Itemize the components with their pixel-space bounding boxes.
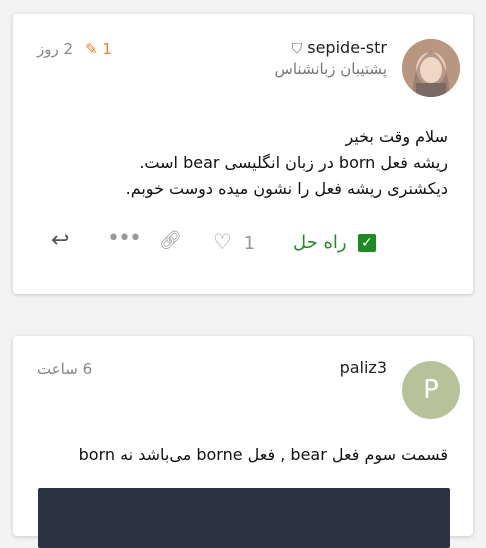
post-username[interactable]: paliz3 (340, 358, 387, 377)
solution-check-icon: ✓ (358, 234, 376, 252)
ellipsis-icon: ••• (107, 226, 142, 251)
heart-icon: ♡ (213, 230, 232, 254)
post-body-line: دیکشنری ریشه فعل را نشون میده دوست خوبم. (125, 179, 448, 198)
post-card: P paliz3 6 ساعت قسمت سوم فعل bear , فعل … (13, 336, 473, 548)
reply-icon: ↩ (51, 228, 70, 253)
shield-icon: ⛉ (291, 41, 303, 57)
post-body: قسمت سوم فعل bear , فعل borne می‌باشد نه… (78, 445, 448, 464)
post-date[interactable]: 2 روز (37, 40, 73, 58)
like-button[interactable]: ♡ 1 (213, 230, 255, 254)
user-avatar[interactable] (402, 39, 460, 97)
more-actions-button[interactable]: ••• (107, 226, 142, 251)
like-count: 1 (243, 233, 256, 254)
solution-label[interactable]: راه حل (293, 232, 347, 253)
edit-history-button[interactable]: ✎ 1 (85, 40, 112, 58)
edit-count: 1 (102, 40, 112, 58)
avatar-photo (402, 39, 460, 97)
user-title: پشتیبان زبانشناس (274, 60, 387, 78)
post-body-line: ریشه فعل born در زبان انگلیسی bear است. (139, 153, 448, 172)
post-card: ⛉ sepide-str پشتیبان زبانشناس ✎ 1 2 روز … (13, 14, 473, 294)
user-avatar[interactable]: P (402, 361, 460, 419)
post-body-line: سلام وقت بخیر (345, 127, 448, 146)
link-button[interactable]: 🔗︎ (159, 230, 182, 251)
link-icon: 🔗︎ (159, 230, 182, 251)
post-body: سلام وقت بخیر ریشه فعل born در زبان انگل… (126, 124, 448, 202)
reply-button[interactable]: ↩ (51, 228, 69, 253)
post-username[interactable]: sepide-str (307, 38, 387, 57)
avatar-letter: P (423, 375, 439, 405)
pencil-icon: ✎ (85, 40, 98, 58)
code-block (38, 488, 450, 548)
post-date[interactable]: 6 ساعت (37, 360, 92, 378)
